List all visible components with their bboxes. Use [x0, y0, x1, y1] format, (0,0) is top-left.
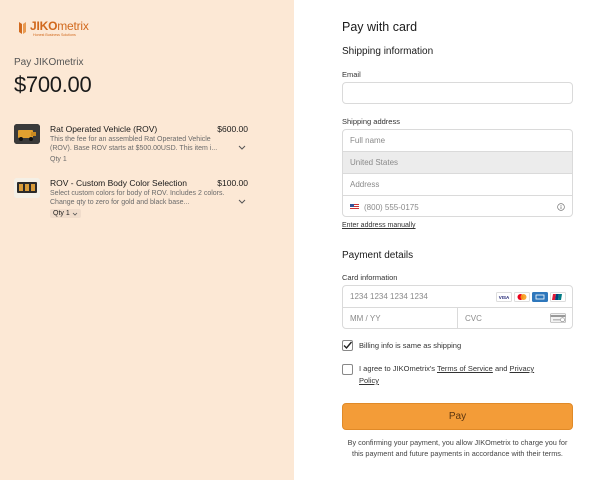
agree-terms-label: I agree to JIKOmetrix's Terms of Service… [359, 364, 535, 385]
email-field[interactable] [342, 82, 573, 104]
cvc-card-icon [550, 313, 566, 323]
merchant-logo[interactable]: JIKOmetrix Honest Business Solutions [18, 20, 89, 38]
item-qty: Qty 1 [50, 156, 67, 163]
item-description: This the fee for an assembled Rat Operat… [50, 136, 218, 152]
chevron-down-icon[interactable] [238, 197, 246, 205]
info-icon[interactable] [557, 203, 565, 211]
page-title: Pay with card [342, 20, 418, 34]
item-description: Select custom colors for body of ROV. In… [50, 190, 225, 206]
cvc-placeholder: CVC [465, 314, 482, 323]
shipping-heading: Shipping information [342, 46, 434, 57]
us-flag-icon [350, 204, 359, 210]
mastercard-icon [514, 292, 530, 302]
billing-same-checkbox[interactable] [342, 340, 353, 351]
line-item: ROV - Custom Body Color Selection $100.0… [14, 178, 248, 222]
email-label: Email [342, 70, 361, 79]
line-item: Rat Operated Vehicle (ROV) $600.00 This … [14, 124, 248, 168]
product-image [14, 178, 40, 198]
item-price: $100.00 [217, 178, 248, 188]
payment-heading: Payment details [342, 250, 414, 261]
card-info-label: Card information [342, 273, 398, 282]
unionpay-icon [550, 292, 566, 302]
pay-merchant-label: Pay JIKOmetrix [14, 57, 84, 68]
billing-same-label: Billing info is same as shipping [359, 341, 462, 350]
product-image [14, 124, 40, 144]
card-brands: VISA [496, 292, 566, 302]
enter-address-manually-link[interactable]: Enter address manually [342, 222, 416, 229]
privacy-policy-link-cont[interactable]: Policy [359, 376, 379, 385]
qty-value: Qty 1 [53, 210, 70, 217]
expiry-field[interactable]: MM / YY [343, 308, 458, 329]
logo-tagline: Honest Business Solutions [33, 33, 76, 37]
card-info-group: 1234 1234 1234 1234 VISA MM / YY CVC [342, 285, 573, 329]
chevron-down-icon[interactable] [238, 143, 246, 151]
address-field[interactable]: Address [343, 174, 572, 196]
chevron-down-icon [72, 212, 78, 216]
shipping-address-label: Shipping address [342, 117, 400, 126]
visa-icon: VISA [496, 292, 512, 302]
payment-form-panel: Pay with card Shipping information Email… [294, 0, 595, 480]
full-name-field[interactable]: Full name [343, 130, 572, 152]
payment-terms-text: By confirming your payment, you allow JI… [347, 438, 568, 458]
country-select[interactable]: United States [343, 152, 572, 174]
phone-placeholder: (800) 555-0175 [364, 202, 419, 212]
logo-mark-icon [19, 22, 26, 34]
order-summary-panel: JIKOmetrix Honest Business Solutions Pay… [0, 0, 294, 480]
shipping-address-group: Full name United States Address (800) 55… [342, 129, 573, 217]
agree-terms-checkbox[interactable] [342, 364, 353, 375]
privacy-policy-link[interactable]: Privacy [510, 364, 535, 373]
phone-field[interactable]: (800) 555-0175 [343, 196, 572, 216]
item-price: $600.00 [217, 124, 248, 134]
qty-selector[interactable]: Qty 1 [50, 209, 81, 218]
cvc-field[interactable]: CVC [458, 308, 572, 329]
item-title: Rat Operated Vehicle (ROV) [50, 124, 158, 134]
pay-button[interactable]: Pay [342, 403, 573, 430]
total-amount: $700.00 [14, 72, 92, 97]
terms-of-service-link[interactable]: Terms of Service [437, 364, 493, 373]
amex-icon [532, 292, 548, 302]
checkmark-icon [343, 341, 353, 350]
item-title: ROV - Custom Body Color Selection [50, 178, 187, 188]
logo-wordmark: JIKOmetrix [30, 19, 89, 33]
